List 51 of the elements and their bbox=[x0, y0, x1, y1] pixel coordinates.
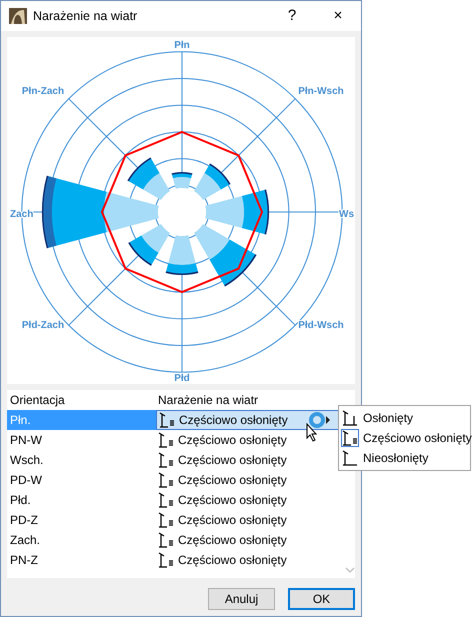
exposure-icon bbox=[342, 450, 358, 466]
exposure-text: Częściowo osłonięty bbox=[178, 432, 287, 449]
table-cell[interactable]: Częściowo osłonięty bbox=[156, 510, 339, 530]
table-cell[interactable]: PN-W bbox=[7, 430, 156, 450]
table-cell[interactable]: PD-Z bbox=[7, 510, 156, 530]
dialog-button[interactable]: Anuluj bbox=[208, 588, 275, 610]
exposure-text: Częściowo osłonięty bbox=[178, 452, 287, 469]
table-cell[interactable]: Płd. bbox=[7, 490, 156, 510]
exposure-icon bbox=[342, 430, 358, 446]
exposure-icon bbox=[158, 452, 174, 468]
dropdown-option[interactable]: Osłonięty bbox=[339, 408, 470, 428]
exposure-icon bbox=[158, 552, 174, 568]
direction-label: Płn bbox=[174, 40, 190, 51]
table-cell[interactable]: Częściowo osłonięty bbox=[156, 490, 339, 510]
dropdown-option[interactable]: Częściowo osłonięty bbox=[339, 428, 470, 448]
exposure-text: Częściowo osłonięty bbox=[178, 492, 287, 509]
exposure-text: Częściowo osłonięty bbox=[178, 552, 287, 569]
app-icon bbox=[9, 8, 27, 24]
exposure-text: Częściowo osłonięty bbox=[178, 512, 287, 529]
table-cell[interactable]: Częściowo osłonięty bbox=[156, 450, 339, 470]
exposure-icon bbox=[158, 472, 174, 488]
dialog-button[interactable]: OK bbox=[288, 588, 355, 610]
help-button[interactable]: ? bbox=[269, 4, 315, 28]
table-cell[interactable]: Częściowo osłonięty bbox=[156, 430, 339, 450]
table-cell[interactable]: PN-Z bbox=[7, 550, 156, 570]
exposure-icon bbox=[158, 492, 174, 508]
close-button[interactable]: × bbox=[315, 4, 361, 28]
exposure-icon bbox=[158, 512, 174, 528]
exposure-text: Częściowo osłonięty bbox=[178, 532, 287, 549]
exposure-text: Częściowo osłonięty bbox=[179, 412, 288, 429]
exposure-icon bbox=[158, 532, 174, 548]
table-cell[interactable]: Zach. bbox=[7, 530, 156, 550]
column-header: Narażenie na wiatr bbox=[157, 392, 260, 409]
table-cell[interactable]: Częściowo osłonięty bbox=[156, 550, 339, 570]
table-cell[interactable]: Częściowo osłonięty bbox=[156, 470, 339, 490]
scroll-down-icon[interactable] bbox=[345, 567, 355, 573]
direction-label: Płd-Wsch bbox=[298, 320, 344, 331]
direction-label: Płn-Wsch bbox=[298, 86, 344, 97]
direction-label: Płd bbox=[174, 373, 190, 384]
exposure-icon bbox=[159, 412, 175, 428]
table-cell[interactable]: Częściowo osłonięty bbox=[156, 530, 339, 550]
exposure-icon bbox=[158, 432, 174, 448]
table-cell[interactable]: PD-W bbox=[7, 470, 156, 490]
table-cell[interactable]: Wsch. bbox=[7, 450, 156, 470]
window-title: Narażenie na wiatr bbox=[33, 8, 138, 25]
dropdown-option[interactable]: Nieosłonięty bbox=[339, 448, 470, 468]
exposure-icon bbox=[342, 410, 358, 426]
direction-label: Płn-Zach bbox=[22, 86, 64, 97]
column-header: Orientacja bbox=[9, 392, 66, 409]
direction-label: Płd-Zach bbox=[22, 320, 64, 331]
exposure-text: Częściowo osłonięty bbox=[178, 472, 287, 489]
